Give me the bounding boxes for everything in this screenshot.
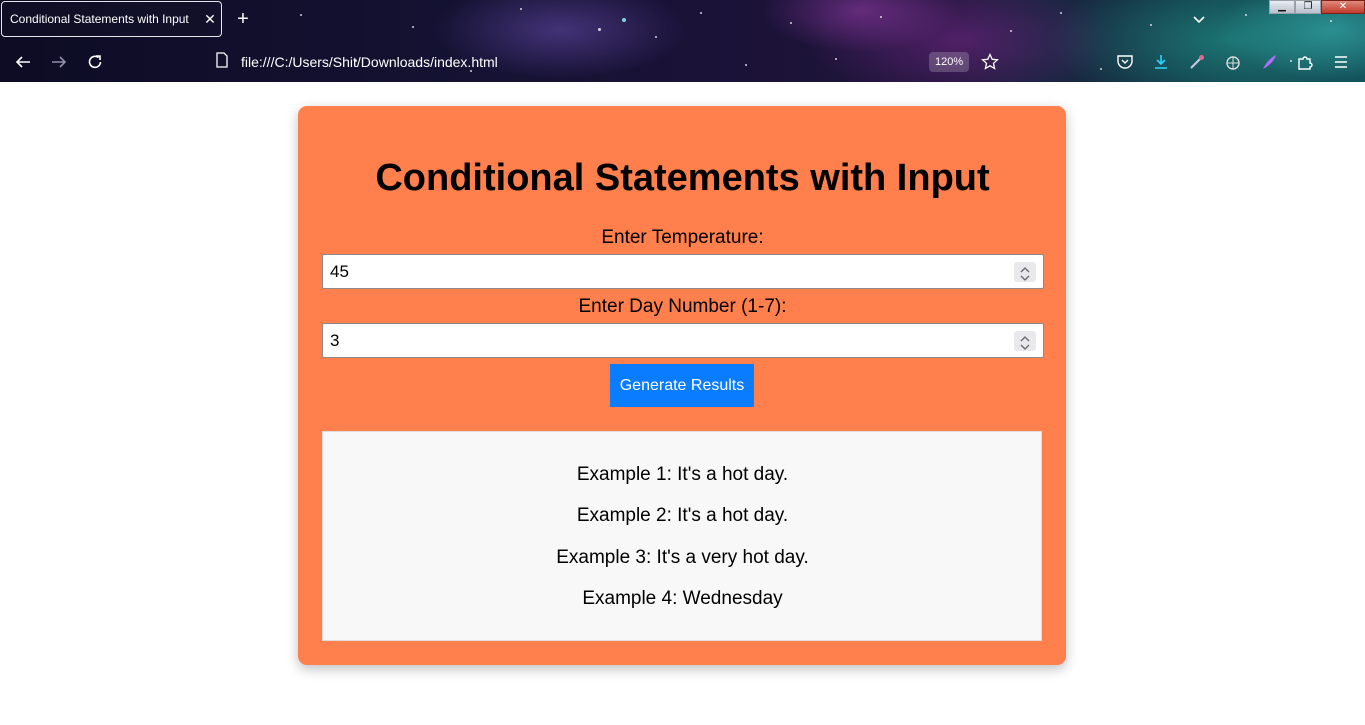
tab-title: Conditional Statements with Input <box>10 12 189 26</box>
pocket-icon[interactable] <box>1114 51 1136 73</box>
temperature-label: Enter Temperature: <box>601 227 764 248</box>
eyedropper-extension-icon[interactable] <box>1186 51 1208 73</box>
day-number-input[interactable]: 3 <box>322 323 1044 358</box>
zoom-level-badge[interactable]: 120% <box>929 52 970 72</box>
number-spinner-icon[interactable] <box>1014 262 1036 282</box>
generate-results-button[interactable]: Generate Results <box>610 364 754 407</box>
forward-arrow-icon[interactable] <box>48 51 70 73</box>
url-text: file:///C:/Users/Shit/Downloads/index.ht… <box>241 54 498 70</box>
number-spinner-icon[interactable] <box>1014 331 1036 351</box>
tab-active[interactable]: Conditional Statements with Input ✕ <box>1 1 222 37</box>
new-tab-icon[interactable]: + <box>232 8 254 30</box>
day-number-label: Enter Day Number (1-7): <box>578 296 787 317</box>
navigation-toolbar: file:///C:/Users/Shit/Downloads/index.ht… <box>0 41 1365 82</box>
page-document-icon <box>215 51 229 73</box>
result-line: Example 1: It's a hot day. <box>576 464 789 485</box>
reload-icon[interactable] <box>84 51 106 73</box>
bookmark-star-icon[interactable] <box>979 51 1001 73</box>
day-number-value: 3 <box>330 331 340 350</box>
feather-extension-icon[interactable] <box>1258 51 1280 73</box>
menu-hamburger-icon[interactable] <box>1330 51 1352 73</box>
list-all-tabs-icon[interactable] <box>1188 8 1210 30</box>
extensions-puzzle-icon[interactable] <box>1294 51 1316 73</box>
tab-bar: Conditional Statements with Input ✕ + ▁ … <box>0 0 1365 40</box>
browser-chrome: Conditional Statements with Input ✕ + ▁ … <box>0 0 1365 82</box>
temperature-value: 45 <box>330 262 349 281</box>
window-controls: ▁ ❐ ✕ <box>1269 0 1365 14</box>
window-close-icon[interactable]: ✕ <box>1321 0 1365 14</box>
result-line: Example 4: Wednesday <box>582 588 783 609</box>
page-title: Conditional Statements with Input <box>375 157 990 199</box>
close-tab-icon[interactable]: ✕ <box>199 11 221 28</box>
result-line: Example 3: It's a very hot day. <box>556 547 809 568</box>
minimize-icon[interactable]: ▁ <box>1269 0 1295 14</box>
back-arrow-icon[interactable] <box>12 51 34 73</box>
address-bar[interactable]: file:///C:/Users/Shit/Downloads/index.ht… <box>215 49 1015 75</box>
downloads-icon[interactable] <box>1150 51 1172 73</box>
restore-icon[interactable]: ❐ <box>1295 0 1321 14</box>
globe-extension-icon[interactable] <box>1222 51 1244 73</box>
result-line: Example 2: It's a hot day. <box>576 505 789 526</box>
temperature-input[interactable]: 45 <box>322 254 1044 289</box>
